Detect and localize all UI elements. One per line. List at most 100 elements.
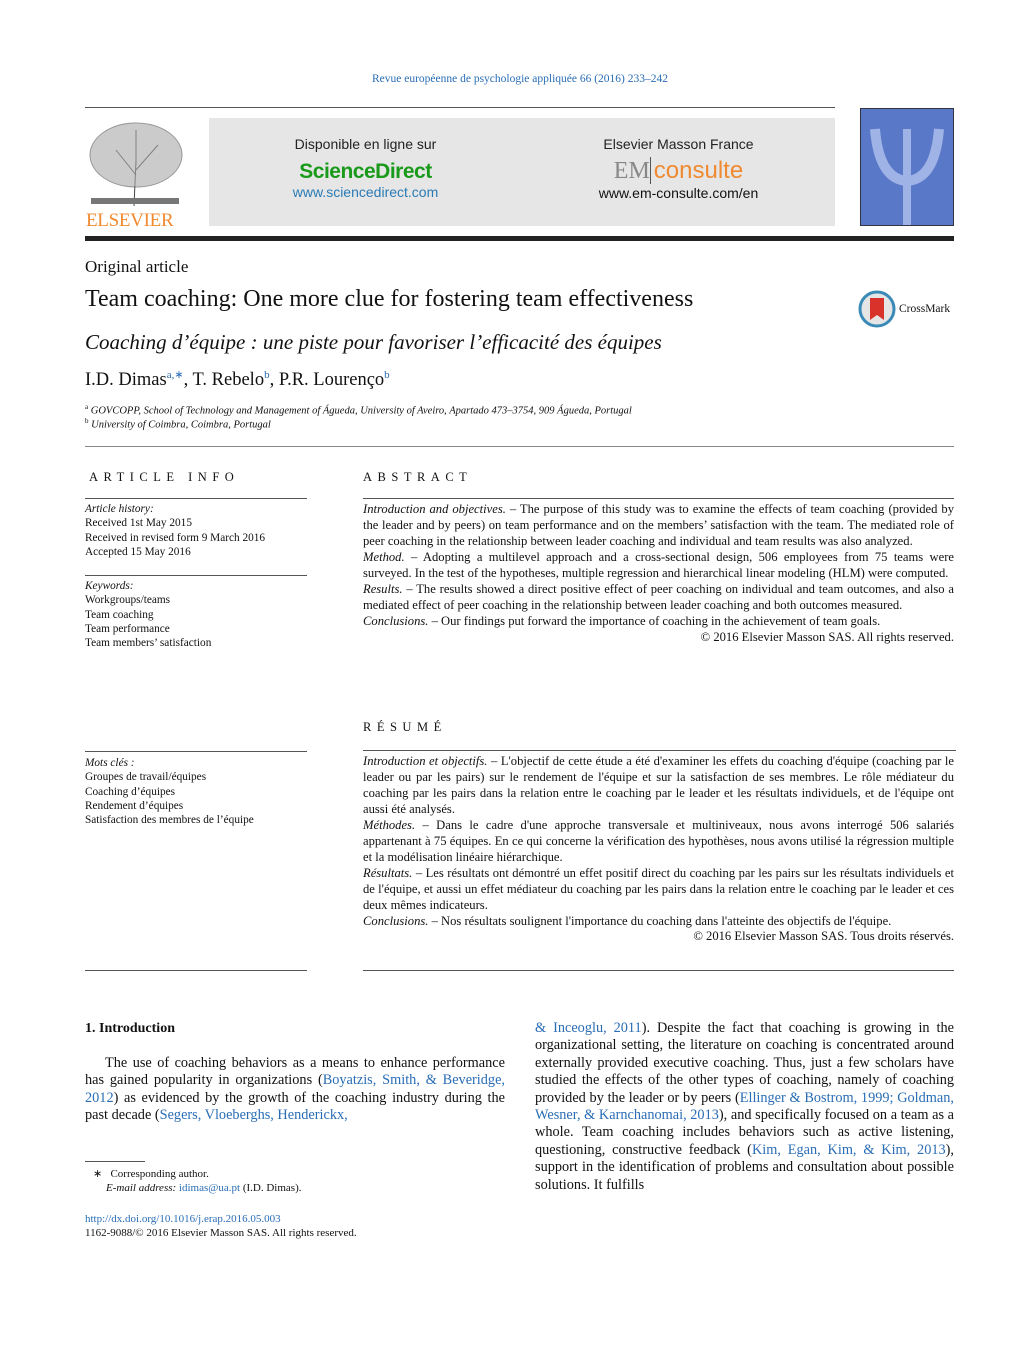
history-item: Accepted 15 May 2016 (85, 545, 191, 558)
history-item: Received 1st May 2015 (85, 517, 192, 530)
keyword: Workgroups/teams (85, 594, 171, 607)
paragraph-label: Introduction and objectives. (363, 502, 506, 516)
affiliation: b University of Coimbra, Coimbra, Portug… (85, 417, 271, 431)
resume-paragraph: Introduction et objectifs. – L'objectif … (363, 754, 954, 818)
section-heading: 1. Introduction (85, 1021, 175, 1036)
psi-icon (870, 128, 944, 225)
article-info-heading: ARTICLE INFO (89, 470, 240, 484)
email-suffix: (I.D. Dimas). (240, 1182, 302, 1194)
divider (85, 970, 307, 971)
paragraph-label: Results. (363, 581, 403, 596)
mots-cles: Mots clés : Groupes de travail/équipes C… (85, 756, 307, 827)
elsevier-wordmark: ELSEVIER (86, 210, 174, 231)
available-online-label: Disponible en ligne sur (294, 136, 437, 152)
affiliation-sup: a (85, 403, 89, 411)
header-rule (85, 236, 954, 241)
history-label: Article history: (85, 503, 154, 515)
consulte-text: consulte (649, 157, 744, 184)
citation-link[interactable]: Segers, Vloeberghs, Henderickx, (160, 1107, 348, 1123)
crossmark-icon (858, 290, 896, 328)
affiliation-sup: b (85, 417, 89, 425)
citation-link[interactable]: Kim, Egan, Kim, & Kim, 2013 (752, 1142, 946, 1158)
elsevier-logo: ELSEVIER (86, 120, 184, 231)
paragraph-label: Méthodes. (363, 817, 416, 832)
intro-column-2: & Inceoglu, 2011). Despite the fact that… (535, 1020, 954, 1194)
citation-link[interactable]: & Inceoglu, 2011 (535, 1020, 642, 1036)
journal-cover-image[interactable] (860, 108, 954, 226)
divider (85, 446, 954, 447)
mot-cle: Satisfaction des membres de l’équipe (85, 814, 254, 827)
keywords: Keywords: Workgroups/teams Team coaching… (85, 579, 307, 650)
mots-label: Mots clés : (85, 757, 135, 769)
doi-link[interactable]: http://dx.doi.org/10.1016/j.erap.2016.05… (85, 1213, 281, 1225)
emconsulte-link[interactable]: www.em-consulte.com/en (522, 185, 835, 201)
tree-icon (89, 122, 183, 207)
article-history: Article history: Received 1st May 2015 R… (85, 502, 307, 559)
resume-paragraph: Résultats. – Les résultats ont démontré … (363, 866, 954, 914)
footnote-marker: ∗ (93, 1168, 103, 1180)
article-type: Original article (85, 257, 189, 276)
issn-copyright: 1162-9088/© 2016 Elsevier Masson SAS. Al… (85, 1227, 357, 1239)
sciencedirect-link[interactable]: www.sciencedirect.com (209, 184, 522, 200)
abstract: Introduction and objectives. – The purpo… (363, 502, 954, 646)
em-text: EM (613, 158, 650, 184)
keyword: Team members’ satisfaction (85, 637, 212, 650)
resume-paragraph: Méthodes. – Dans le cadre d'une approche… (363, 818, 954, 866)
doi-block: http://dx.doi.org/10.1016/j.erap.2016.05… (85, 1212, 357, 1240)
copyright: © 2016 Elsevier Masson SAS. Tous droits … (693, 929, 954, 944)
paragraph-text: – Adopting a multilevel approach and a c… (363, 549, 954, 580)
affiliation: a GOVCOPP, School of Technology and Mana… (85, 403, 632, 417)
copyright: © 2016 Elsevier Masson SAS. All rights r… (700, 629, 954, 644)
email-label: E-mail address: (106, 1182, 177, 1194)
author-affiliation-sup[interactable]: a,∗ (167, 369, 184, 381)
author-affiliation-sup[interactable]: b (264, 369, 270, 381)
resume: Introduction et objectifs. – L'objectif … (363, 754, 954, 945)
author[interactable]: P.R. Lourenço (279, 370, 384, 390)
crossmark-button[interactable]: CrossMark (858, 290, 958, 330)
email-link[interactable]: idimas@ua.pt (179, 1182, 240, 1194)
paragraph-text: – The results showed a direct positive e… (363, 581, 954, 612)
author[interactable]: T. Rebelo (192, 370, 264, 390)
history-item: Received in revised form 9 March 2016 (85, 531, 266, 544)
resume-paragraph: Conclusions. – Nos résultats soulignent … (363, 914, 954, 930)
divider (363, 970, 954, 971)
paragraph-text: – Our findings put forward the importanc… (428, 613, 881, 628)
resume-heading: RÉSUMÉ (363, 720, 447, 734)
journal-citation[interactable]: Revue européenne de psychologie appliqué… (0, 73, 1020, 85)
footnote-rule (85, 1161, 145, 1162)
sciencedirect-logo[interactable]: ScienceDirect (209, 160, 522, 184)
divider (363, 498, 954, 499)
keyword: Team coaching (85, 608, 154, 621)
paragraph-text: – Dans le cadre d'une approche transvers… (363, 817, 954, 864)
divider (85, 498, 307, 499)
abstract-paragraph: Method. – Adopting a multilevel approach… (363, 550, 954, 582)
paragraph-text: – Les résultats ont démontré un effet po… (363, 865, 954, 912)
mot-cle: Coaching d’équipes (85, 785, 176, 798)
affiliation-text: University of Coimbra, Coimbra, Portugal (91, 419, 271, 431)
divider (85, 107, 835, 108)
paragraph-label: Method. (363, 549, 405, 564)
publisher-label: Elsevier Masson France (603, 136, 754, 152)
article-title: Team coaching: One more clue for fosteri… (85, 286, 694, 312)
abstract-paragraph: Introduction and objectives. – The purpo… (363, 502, 954, 550)
paragraph-text: – Nos résultats soulignent l'importance … (428, 913, 892, 928)
mot-cle: Groupes de travail/équipes (85, 771, 207, 784)
author-affiliation-sup[interactable]: b (384, 369, 390, 381)
keywords-label: Keywords: (85, 580, 134, 592)
abstract-heading: ABSTRACT (363, 470, 473, 484)
intro-column-1: The use of coaching behaviors as a means… (85, 1055, 505, 1125)
authors: I.D. Dimasa,∗, T. Rebelob, P.R. Lourenço… (85, 369, 390, 391)
paragraph-label: Introduction et objectifs. (363, 754, 488, 768)
mot-cle: Rendement d’équipes (85, 799, 184, 812)
paragraph-label: Conclusions. (363, 913, 429, 928)
crossmark-label: CrossMark (899, 303, 951, 315)
author[interactable]: I.D. Dimas (85, 370, 167, 390)
emconsulte-logo[interactable]: EM consulte (522, 157, 835, 185)
divider (363, 750, 956, 751)
abstract-paragraph: Results. – The results showed a direct p… (363, 582, 954, 614)
divider (85, 751, 307, 752)
abstract-paragraph: Conclusions. – Our findings put forward … (363, 614, 954, 630)
french-title: Coaching d’équipe : une piste pour favor… (85, 330, 662, 354)
divider (85, 575, 307, 576)
paragraph-label: Conclusions. (363, 613, 429, 628)
